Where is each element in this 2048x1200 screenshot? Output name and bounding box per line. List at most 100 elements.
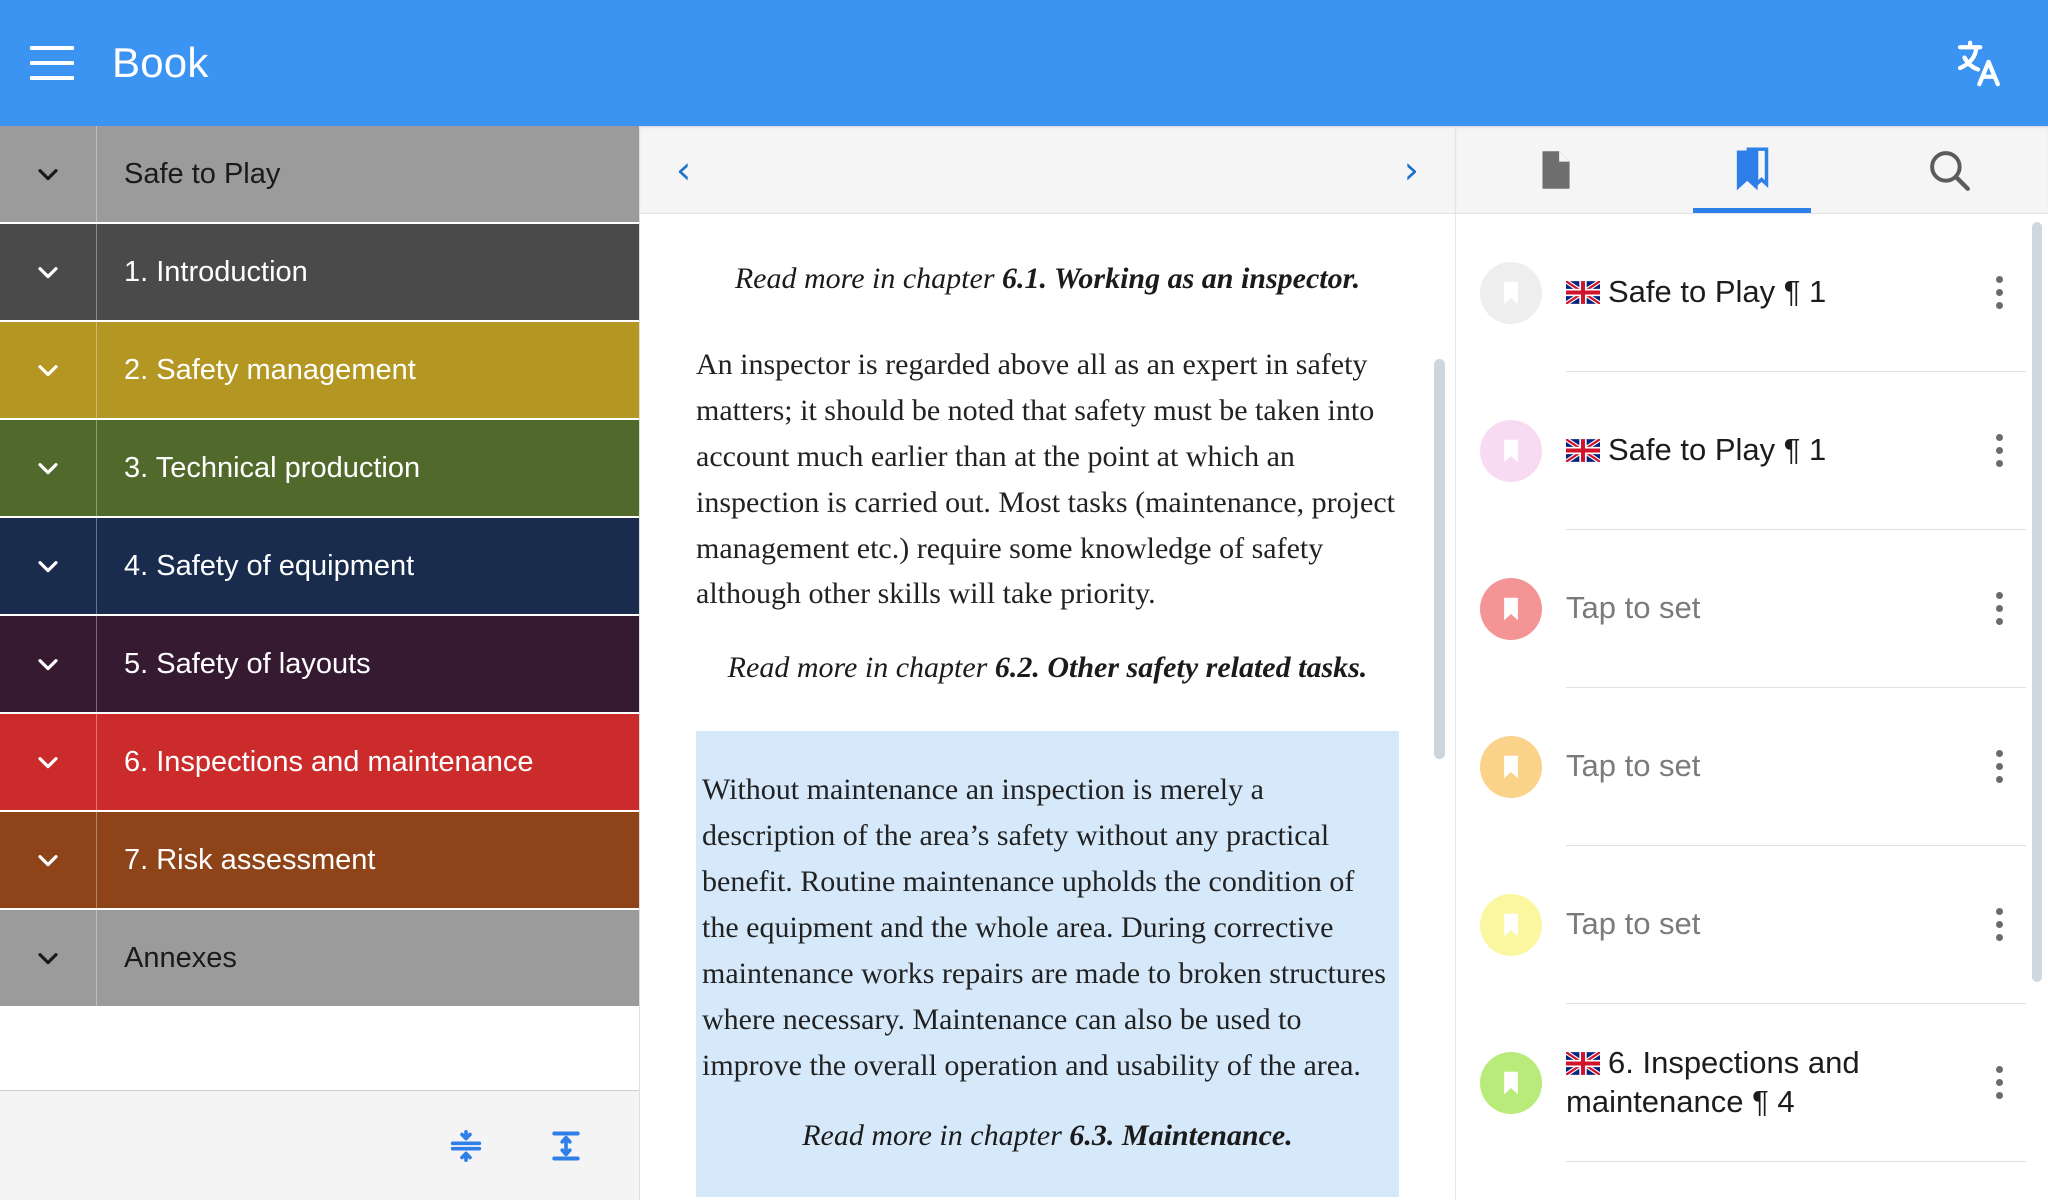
toc-divider: [96, 224, 97, 320]
bookmarks-panel: Safe to Play ¶ 1 Safe to Play ¶ 1 Tap to s…: [1455, 126, 2048, 1200]
uk-flag-icon: [1564, 1046, 1602, 1077]
bookmark-avatar-cell: [1456, 736, 1566, 798]
bookmark-row[interactable]: Tap to set: [1456, 846, 2048, 1004]
toc-item-label: 3. Technical production: [124, 451, 421, 484]
bookmark-color-icon[interactable]: [1480, 1052, 1542, 1114]
toc-item-label: 2. Safety management: [124, 353, 416, 386]
bookmark-row[interactable]: Safe to Play ¶ 1: [1456, 214, 2048, 372]
toc-item-2[interactable]: 2. Safety management: [0, 322, 639, 420]
bookmark-color-icon[interactable]: [1480, 420, 1542, 482]
chevron-down-icon[interactable]: [0, 420, 96, 516]
chevron-down-icon[interactable]: [0, 322, 96, 418]
bookmark-overflow-menu-icon[interactable]: [1972, 898, 2026, 952]
toc-toolbar: [0, 1090, 639, 1200]
toc-divider: [96, 616, 97, 712]
body-paragraph: An inspector is regarded above all as an…: [696, 348, 1395, 611]
read-more-line: Read more in chapter 6.2. Other safety r…: [696, 651, 1399, 685]
bookmark-avatar-cell: [1456, 578, 1566, 640]
chevron-down-icon[interactable]: [0, 616, 96, 712]
document-icon: [1542, 150, 1570, 189]
read-more-lead: Read more in chapter: [802, 1118, 1070, 1152]
bookmark-text: Tap to set: [1566, 748, 1701, 784]
chevron-down-icon[interactable]: [0, 518, 96, 614]
bookmark-color-icon[interactable]: [1480, 736, 1542, 798]
bookmark-text: Tap to set: [1566, 906, 1701, 942]
bookmark-overflow-menu-icon[interactable]: [1972, 582, 2026, 636]
hamburger-icon[interactable]: [30, 46, 74, 80]
bookmark-overflow-menu-icon[interactable]: [1972, 424, 2026, 478]
bookmark-main: Tap to set: [1566, 688, 2026, 846]
tab-bookmarks[interactable]: [1653, 126, 1850, 213]
bookmark-row[interactable]: Tap to set: [1456, 688, 2048, 846]
collapse-all-icon[interactable]: [439, 1119, 493, 1173]
toc-item-1[interactable]: 1. Introduction: [0, 224, 639, 322]
bookmark-row[interactable]: 6. Inspections and maintenance - Picture…: [1456, 1162, 2048, 1200]
toc-item-3[interactable]: 3. Technical production: [0, 420, 639, 518]
bookmark-label: 6. Inspections and maintenance ¶ 4: [1564, 1044, 1972, 1122]
panel-tabs: [1456, 126, 2048, 214]
expand-all-icon[interactable]: [539, 1119, 593, 1173]
bookmarks-scrollbar[interactable]: [2032, 222, 2042, 982]
chevron-down-icon[interactable]: [0, 910, 96, 1006]
chevron-down-icon[interactable]: [0, 812, 96, 908]
highlighted-passage: Without maintenance an inspection is mer…: [696, 731, 1399, 1197]
bookmark-avatar-cell: [1456, 262, 1566, 324]
reader-pane: ‹ › Read more in chapter 6.1. Working as…: [640, 126, 1455, 1200]
toc-item-label: 6. Inspections and maintenance: [124, 745, 534, 778]
bookmark-row[interactable]: 6. Inspections and maintenance ¶ 4: [1456, 1004, 2048, 1162]
bookmark-overflow-menu-icon[interactable]: [1972, 740, 2026, 794]
toc-item-5[interactable]: 5. Safety of layouts: [0, 616, 639, 714]
chevron-down-icon[interactable]: [0, 224, 96, 320]
toc-divider: [96, 518, 97, 614]
translate-icon[interactable]: [1948, 33, 2008, 93]
bookmark-overflow-menu-icon[interactable]: [1972, 1056, 2026, 1110]
next-page-button[interactable]: ›: [1404, 151, 1419, 189]
bookmark-main: Safe to Play ¶ 1: [1564, 214, 2026, 372]
toc-item-label: 4. Safety of equipment: [124, 549, 415, 582]
reader-toolbar: ‹ ›: [640, 126, 1455, 214]
toc-item-label: Annexes: [124, 941, 237, 974]
bookmark-row[interactable]: Safe to Play ¶ 1: [1456, 372, 2048, 530]
bookmark-avatar-cell: [1456, 894, 1566, 956]
bookmark-avatar-cell: [1456, 420, 1566, 482]
read-more-line: Read more in chapter 6.3. Maintenance.: [702, 1119, 1393, 1153]
toc-item-7[interactable]: 7. Risk assessment: [0, 812, 639, 910]
bookmark-label: Tap to set: [1566, 589, 1972, 628]
bookmark-label: Safe to Play ¶ 1: [1564, 431, 1972, 470]
toc-item-4[interactable]: 4. Safety of equipment: [0, 518, 639, 616]
chevron-down-icon[interactable]: [0, 714, 96, 810]
tab-document[interactable]: [1456, 126, 1653, 213]
read-more-chapter: 6.2. Other safety related tasks.: [994, 651, 1368, 685]
bookmark-avatar-cell: [1456, 1052, 1566, 1114]
tab-search[interactable]: [1851, 126, 2048, 213]
bookmark-label: Tap to set: [1566, 905, 1972, 944]
bookmark-color-icon[interactable]: [1480, 262, 1542, 324]
bookmark-text: Safe to Play ¶ 1: [1608, 432, 1827, 468]
read-more-chapter: 6.1. Working as an inspector.: [1002, 262, 1361, 295]
bookmark-color-icon[interactable]: [1480, 578, 1542, 640]
toc-item-label: 5. Safety of layouts: [124, 647, 371, 680]
read-more-lead: Read more in chapter: [734, 262, 1003, 295]
uk-flag-icon: [1564, 433, 1602, 464]
bookmark-row[interactable]: Tap to set: [1456, 530, 2048, 688]
toc-item-label: 1. Introduction: [124, 255, 308, 288]
bookmark-label: Tap to set: [1566, 747, 1972, 786]
chevron-down-icon[interactable]: [0, 126, 96, 222]
bookmark-main: 6. Inspections and maintenance ¶ 4: [1564, 1004, 2026, 1162]
toc-item-label: Safe to Play: [124, 157, 281, 190]
toc-divider: [96, 714, 97, 810]
prev-page-button[interactable]: ‹: [676, 151, 691, 189]
bookmark-overflow-menu-icon[interactable]: [1972, 266, 2026, 320]
bookmark-main: Tap to set: [1566, 846, 2026, 1004]
bookmark-color-icon[interactable]: [1480, 894, 1542, 956]
toc-item-6[interactable]: 6. Inspections and maintenance: [0, 714, 639, 812]
reader-scrollbar[interactable]: [1434, 359, 1445, 759]
read-more-line: Read more in chapter 6.1. Working as an …: [696, 262, 1399, 296]
app-bar: Book: [0, 0, 2048, 126]
main-layout: Safe to Play 1. Introduction 2. Safety man…: [0, 126, 2048, 1200]
toc-item-8[interactable]: Annexes: [0, 910, 639, 1008]
toc-item-label: 7. Risk assessment: [124, 843, 376, 876]
toc-item-0[interactable]: Safe to Play: [0, 126, 639, 224]
bookmark-text: 6. Inspections and maintenance ¶ 4: [1566, 1044, 1860, 1119]
toc-divider: [96, 126, 97, 222]
